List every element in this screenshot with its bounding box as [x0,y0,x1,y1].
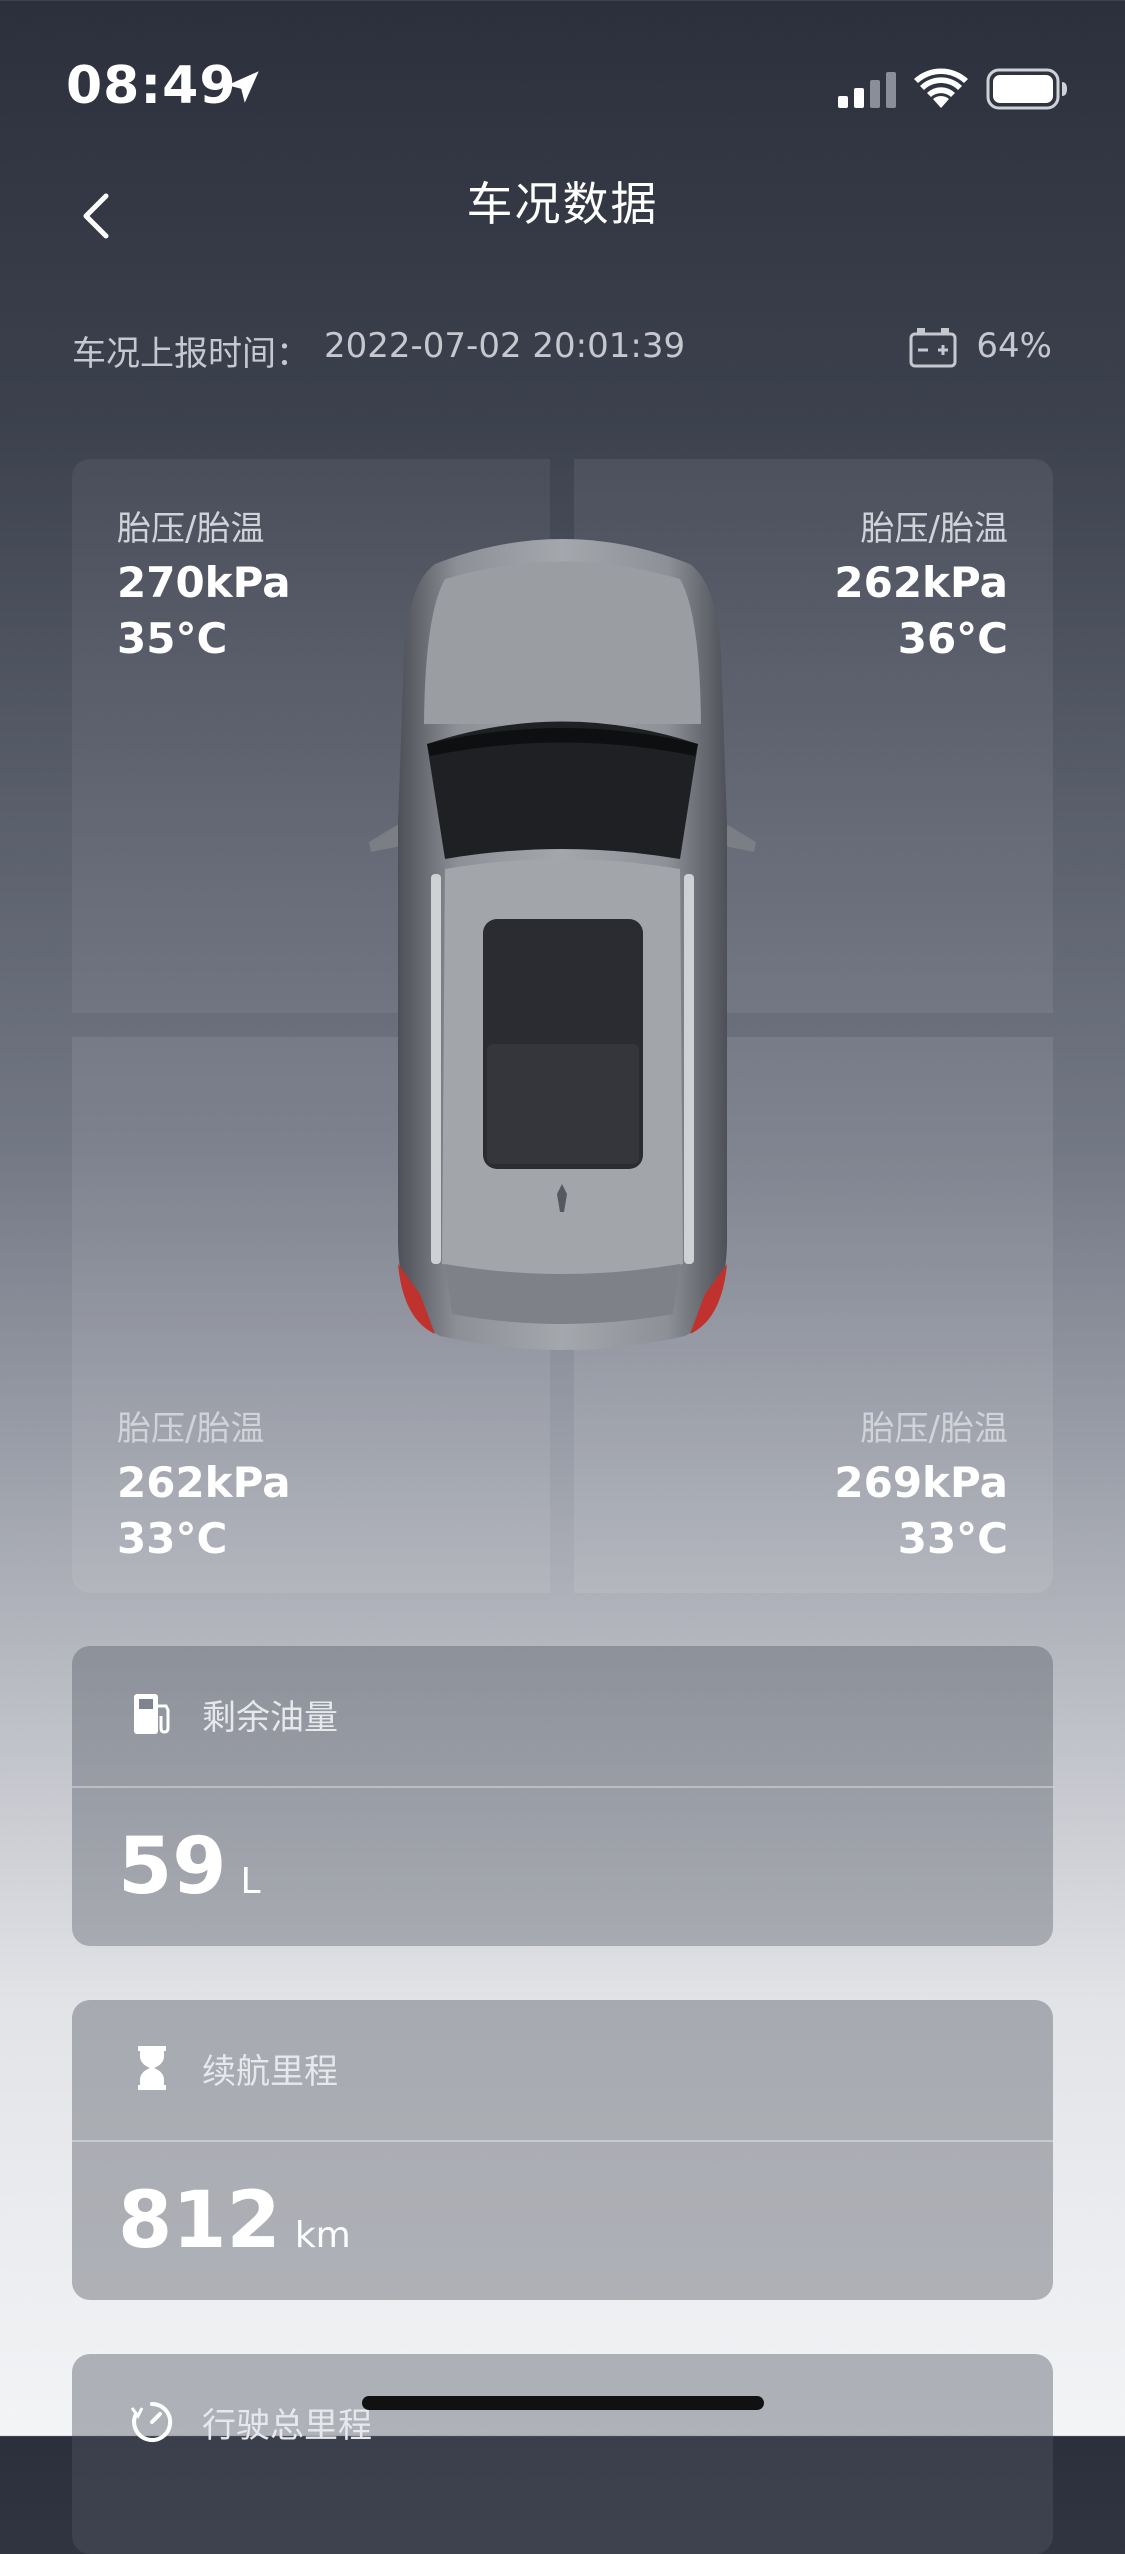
fuel-title: 剩余油量 [202,1698,338,1738]
status-time: 08:49 [66,56,237,116]
tire-pressure: 262kPa [117,1458,291,1507]
fuel-value: 59 L [118,1822,261,1912]
battery-icon [986,68,1067,110]
fuel-card-header: 剩余油量 [72,1646,1053,1786]
tire-label: 胎压/胎温 [860,509,1008,549]
tire-temperature: 33°C [897,1514,1008,1563]
car-top-view-image [369,539,756,1350]
tire-pressure: 270kPa [117,558,291,607]
divider [72,1786,1053,1788]
location-arrow-icon [227,71,259,103]
odometer-card[interactable]: 行驶总里程 [72,2354,1053,2554]
tire-pressure: 262kPa [834,558,1008,607]
fuel-pump-icon [134,1694,170,1734]
tire-temperature: 35°C [117,614,228,663]
car-battery-icon [909,328,957,368]
cellular-signal-icon [838,72,896,108]
battery-percent: 64% [976,326,1052,366]
wifi-icon [914,68,968,108]
odometer-title: 行驶总里程 [202,2406,372,2446]
range-value: 812 km [118,2176,351,2266]
hourglass-icon [138,2046,166,2090]
page-title: 车况数据 [466,177,659,231]
report-time-label: 车况上报时间： [72,334,310,374]
tire-label: 胎压/胎温 [860,1409,1008,1449]
range-card-header: 续航里程 [72,2000,1053,2140]
tire-label: 胎压/胎温 [117,509,265,549]
status-bar: 08:49 [0,0,1125,160]
range-unit: km [294,2215,351,2256]
odometer-icon [130,2401,173,2442]
fuel-unit: L [240,1861,261,1902]
report-time-value: 2022-07-02 20:01:39 [324,326,686,366]
divider [72,2140,1053,2142]
home-indicator[interactable] [362,2396,764,2410]
range-amount: 812 [118,2176,281,2266]
report-row: 车况上报时间： 2022-07-02 20:01:39 64% [72,326,1052,376]
tire-temperature: 33°C [117,1514,228,1563]
range-card[interactable]: 续航里程 812 km [72,2000,1053,2300]
tire-pressure: 269kPa [834,1458,1008,1507]
range-title: 续航里程 [202,2052,338,2092]
fuel-card[interactable]: 剩余油量 59 L [72,1646,1053,1946]
tire-label: 胎压/胎温 [117,1409,265,1449]
fuel-amount: 59 [118,1822,227,1912]
odometer-card-header: 行驶总里程 [72,2354,1053,2494]
tire-temperature: 36°C [897,614,1008,663]
